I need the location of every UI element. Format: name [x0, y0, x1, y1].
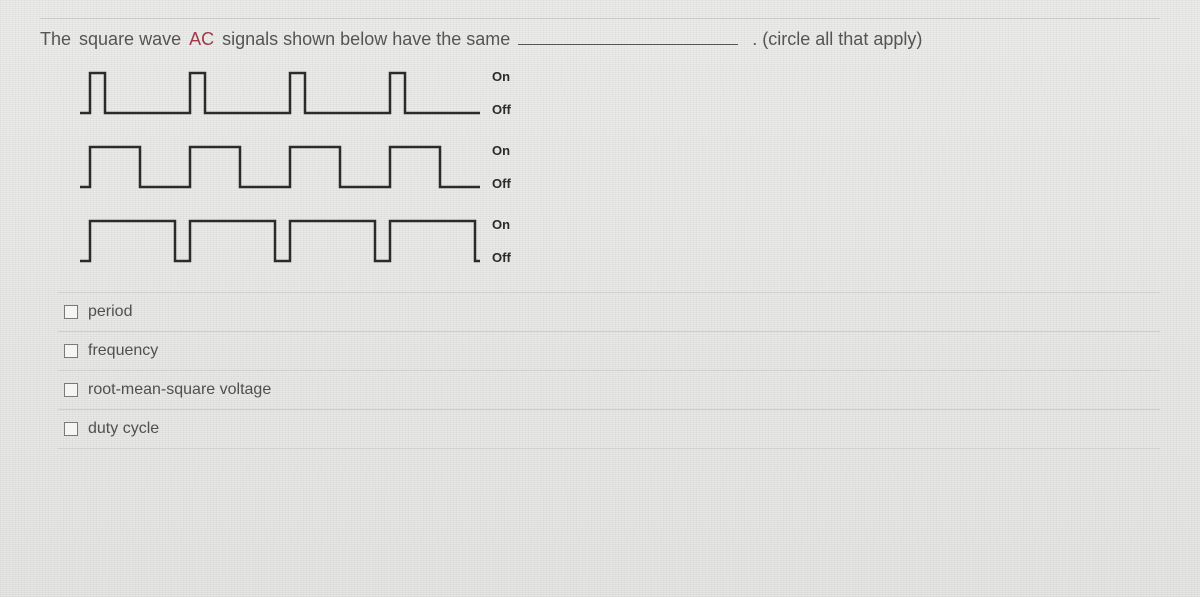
checkbox-icon[interactable] [64, 422, 78, 436]
wave-labels-1: On Off [492, 70, 511, 116]
option-label: root-mean-square voltage [88, 381, 271, 399]
label-off: Off [492, 103, 511, 116]
wave-labels-3: On Off [492, 218, 511, 264]
wave-row-2: On Off [80, 142, 1160, 192]
label-off: Off [492, 251, 511, 264]
question-text: The square wave AC signals shown below h… [40, 29, 1160, 50]
square-wave-1 [80, 68, 480, 118]
label-on: On [492, 218, 511, 231]
wave-labels-2: On Off [492, 144, 511, 190]
checkbox-icon[interactable] [64, 344, 78, 358]
q-prefix: The [40, 29, 71, 50]
option-duty-cycle[interactable]: duty cycle [58, 410, 1160, 449]
option-rms-voltage[interactable]: root-mean-square voltage [58, 371, 1160, 410]
question-container: The square wave AC signals shown below h… [0, 0, 1200, 449]
label-on: On [492, 144, 511, 157]
square-wave-2 [80, 142, 480, 192]
options-list: period frequency root-mean-square voltag… [58, 292, 1160, 449]
square-wave-3 [80, 216, 480, 266]
option-label: period [88, 303, 132, 321]
answer-blank[interactable] [518, 29, 738, 45]
option-frequency[interactable]: frequency [58, 332, 1160, 371]
top-divider [40, 18, 1160, 19]
wave-row-3: On Off [80, 216, 1160, 266]
option-period[interactable]: period [58, 293, 1160, 332]
wave-row-1: On Off [80, 68, 1160, 118]
q-mid: signals shown below have the same [222, 29, 510, 50]
label-on: On [492, 70, 511, 83]
option-label: frequency [88, 342, 158, 360]
checkbox-icon[interactable] [64, 383, 78, 397]
q-emph: square wave [79, 29, 181, 50]
q-tail: . (circle all that apply) [752, 29, 922, 50]
checkbox-icon[interactable] [64, 305, 78, 319]
q-ac: AC [189, 29, 214, 50]
waveforms: On Off On Off On Off [80, 68, 1160, 266]
option-label: duty cycle [88, 420, 159, 438]
label-off: Off [492, 177, 511, 190]
